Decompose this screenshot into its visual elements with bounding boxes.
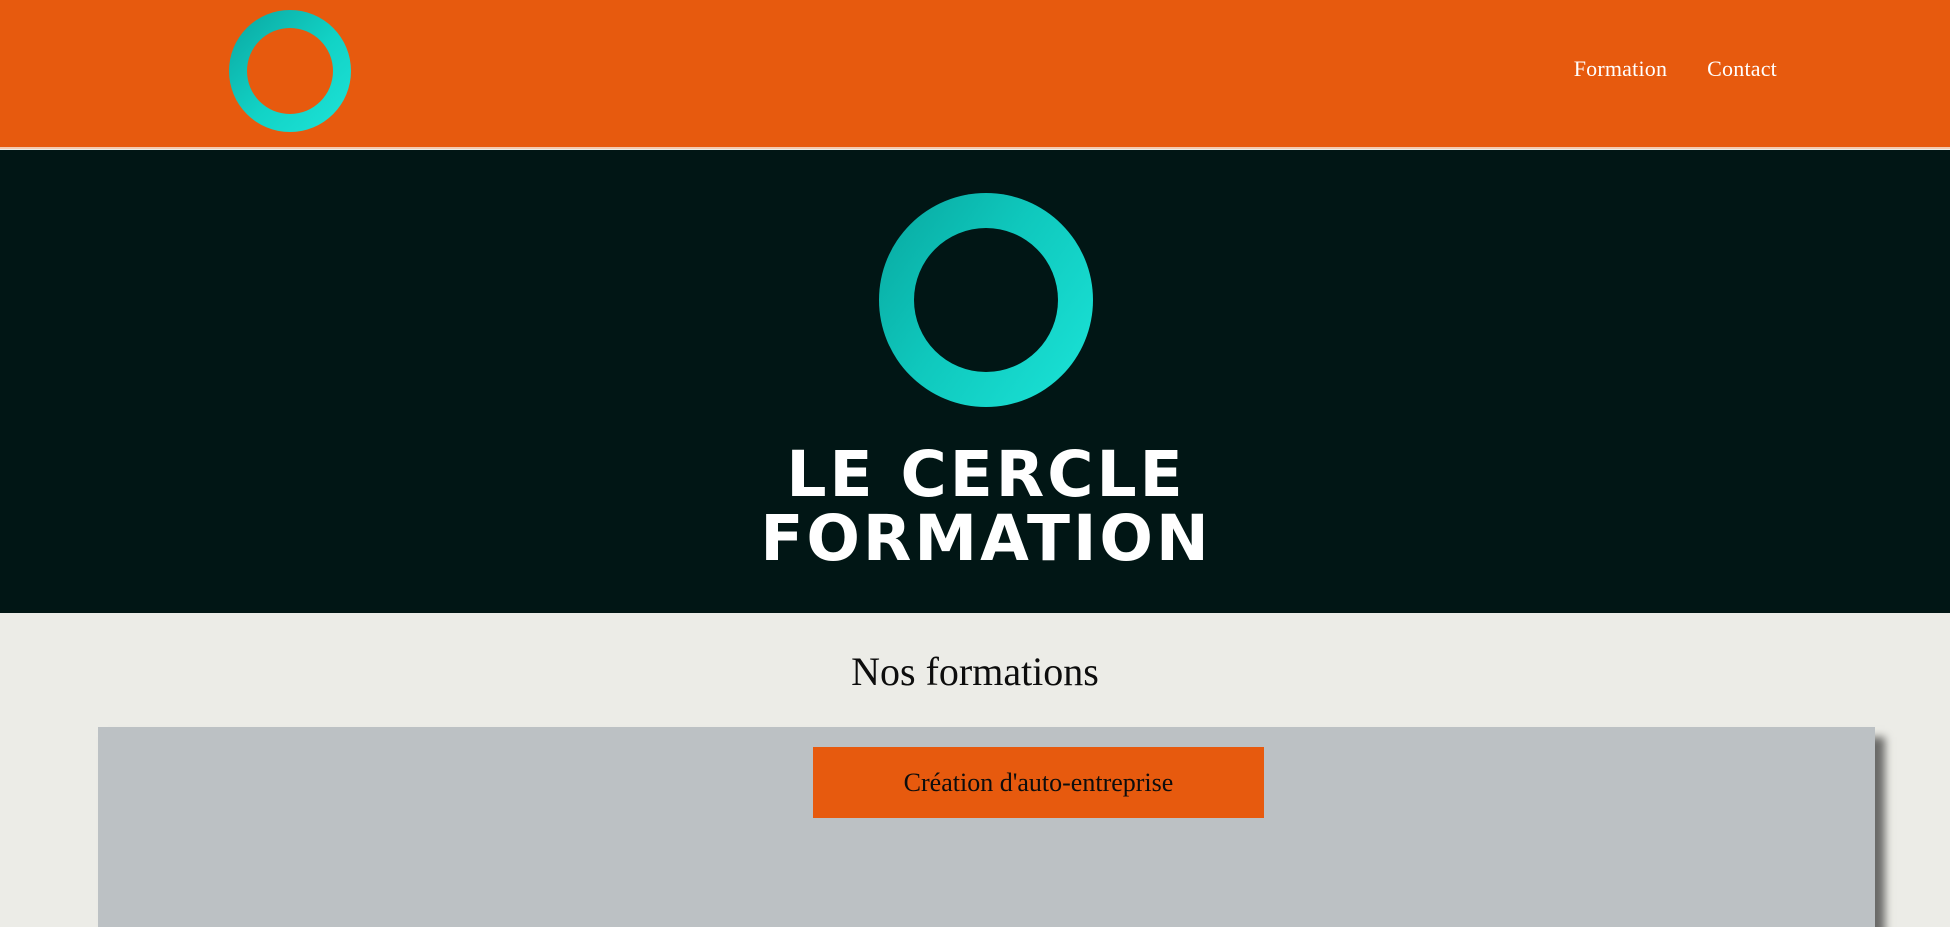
formations-panel: Création d'auto-entreprise <box>98 727 1875 927</box>
main-nav: Formation Contact <box>1574 56 1777 82</box>
course-button-auto-entreprise[interactable]: Création d'auto-entreprise <box>813 747 1264 818</box>
site-header: Formation Contact <box>0 0 1950 149</box>
nav-link-contact[interactable]: Contact <box>1707 56 1777 82</box>
ring-logo-icon[interactable] <box>229 10 351 132</box>
brand-wordmark: LE CERCLE FORMATION <box>757 443 1215 571</box>
ring-logo-icon <box>879 193 1093 407</box>
hero-banner: LE CERCLE FORMATION <box>0 150 1950 613</box>
section-title: Nos formations <box>851 649 1099 694</box>
wordmark-line-2: FORMATION <box>760 502 1212 575</box>
nav-link-formation[interactable]: Formation <box>1574 56 1667 82</box>
wordmark-line-1: LE CERCLE <box>786 438 1186 511</box>
